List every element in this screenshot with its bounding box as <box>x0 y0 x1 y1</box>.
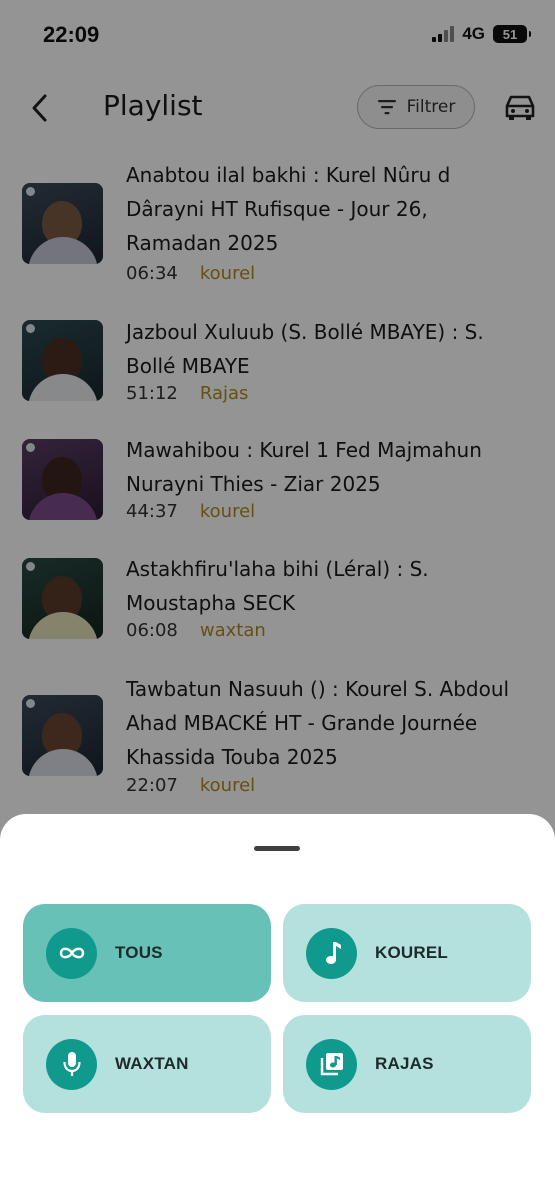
filter-option-label: TOUS <box>115 943 163 962</box>
music-library-icon <box>306 1038 357 1090</box>
infinity-icon <box>46 927 97 979</box>
filter-option-label: KOUREL <box>375 943 448 962</box>
filter-option-label: WAXTAN <box>115 1054 189 1073</box>
filter-option-waxtan[interactable]: WAXTAN <box>23 1015 271 1113</box>
music-note-icon <box>306 927 357 979</box>
filter-option-rajas[interactable]: RAJAS <box>283 1015 531 1113</box>
filter-option-label: RAJAS <box>375 1054 434 1073</box>
filter-option-tous[interactable]: TOUS <box>23 904 271 1002</box>
filter-bottom-sheet: TOUS KOUREL WAXTAN RAJAS <box>0 814 555 1200</box>
microphone-icon <box>46 1038 97 1090</box>
drag-handle[interactable] <box>254 846 300 851</box>
filter-option-kourel[interactable]: KOUREL <box>283 904 531 1002</box>
